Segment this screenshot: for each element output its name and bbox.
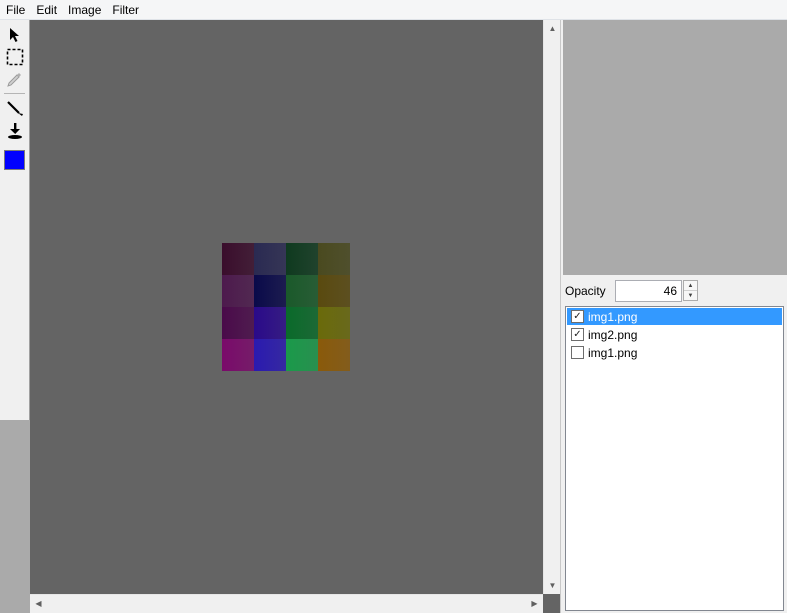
scroll-up-icon[interactable]: ▲ <box>544 20 561 37</box>
spin-up-icon[interactable]: ▲ <box>684 281 697 291</box>
scroll-down-icon[interactable]: ▼ <box>544 577 561 594</box>
spin-down-icon[interactable]: ▼ <box>684 291 697 301</box>
layers-panel: Opacity ▲ ▼ ✓ img1.png ✓ img2.png img1.p… <box>560 20 787 613</box>
layer-visibility-checkbox[interactable]: ✓ <box>571 310 584 323</box>
layer-row[interactable]: img1.png <box>567 344 782 361</box>
menu-edit[interactable]: Edit <box>31 0 62 20</box>
select-tool-button[interactable] <box>4 46 26 68</box>
image-tile <box>286 307 318 339</box>
menu-bar: File Edit Image Filter <box>0 0 787 20</box>
image-tile <box>286 275 318 307</box>
image-tile <box>222 243 254 275</box>
image-tile <box>318 275 350 307</box>
opacity-spinner[interactable]: ▲ ▼ <box>683 280 698 301</box>
scroll-left-icon[interactable]: ◀ <box>30 595 47 612</box>
image-tile <box>222 339 254 371</box>
layer-list[interactable]: ✓ img1.png ✓ img2.png img1.png <box>565 306 784 611</box>
opacity-input[interactable] <box>615 280 682 302</box>
image-tile <box>222 307 254 339</box>
opacity-label: Opacity <box>565 284 606 298</box>
layer-name: img1.png <box>588 345 638 360</box>
fill-bucket-icon <box>8 123 22 139</box>
menu-file[interactable]: File <box>1 0 30 20</box>
canvas-area[interactable] <box>30 20 543 594</box>
line-icon <box>7 101 23 116</box>
eyedropper-icon <box>7 73 21 87</box>
horizontal-scrollbar[interactable]: ◀ ▶ <box>30 594 543 611</box>
image-tile <box>318 339 350 371</box>
image-tile <box>254 307 286 339</box>
toolbox <box>0 20 30 420</box>
image-tile <box>222 275 254 307</box>
fill-tool-button[interactable] <box>4 120 26 142</box>
toolbox-empty-area <box>0 420 30 613</box>
pointer-tool-button[interactable] <box>4 24 26 46</box>
layer-row[interactable]: ✓ img1.png <box>567 308 782 325</box>
menu-filter[interactable]: Filter <box>107 0 144 20</box>
eyedropper-tool-button[interactable] <box>4 68 26 90</box>
layer-name: img1.png <box>588 309 638 324</box>
scroll-right-icon[interactable]: ▶ <box>526 595 543 612</box>
line-tool-button[interactable] <box>4 98 26 120</box>
layer-name: img2.png <box>588 327 638 342</box>
toolbox-separator <box>4 93 25 94</box>
image-tile <box>254 275 286 307</box>
marquee-select-icon <box>6 48 24 66</box>
layer-visibility-checkbox[interactable]: ✓ <box>571 328 584 341</box>
pointer-icon <box>10 28 19 42</box>
image-tile <box>254 339 286 371</box>
image-tile <box>318 243 350 275</box>
layered-image[interactable] <box>222 243 350 371</box>
scroll-corner <box>543 594 560 613</box>
menu-image[interactable]: Image <box>63 0 106 20</box>
image-tile <box>254 243 286 275</box>
vertical-scrollbar[interactable]: ▲ ▼ <box>543 20 560 594</box>
layer-row[interactable]: ✓ img2.png <box>567 326 782 343</box>
image-tile <box>318 307 350 339</box>
layer-visibility-checkbox[interactable] <box>571 346 584 359</box>
preview-area <box>563 20 787 275</box>
color-swatch[interactable] <box>4 150 25 170</box>
image-tile <box>286 243 318 275</box>
image-tile <box>286 339 318 371</box>
